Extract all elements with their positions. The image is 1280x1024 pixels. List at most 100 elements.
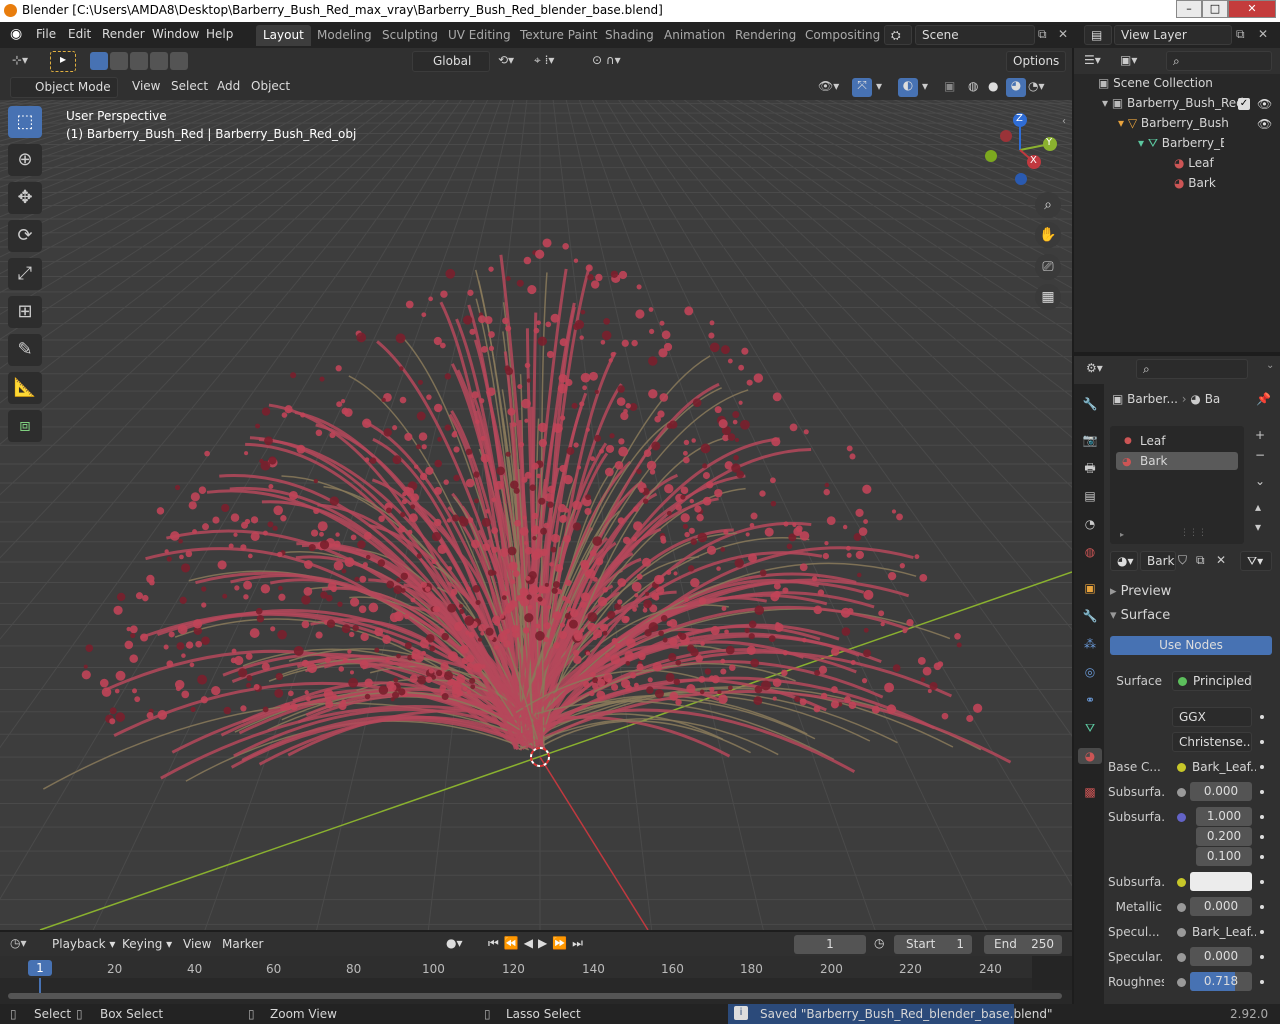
maximize-button[interactable]: □ — [1202, 0, 1228, 18]
specular-field[interactable]: 0.000 — [1190, 947, 1252, 966]
object-tab-icon[interactable]: ▣ — [1082, 580, 1098, 596]
menu-marker[interactable]: Marker — [222, 937, 263, 951]
menu-window[interactable]: Window — [152, 27, 199, 41]
list-expand-icon[interactable]: ▸ — [1120, 530, 1124, 539]
snap-icon[interactable]: ⌖ ⁞▾ — [534, 53, 554, 68]
surface-panel-header[interactable]: ▾ Surface — [1110, 608, 1276, 628]
menu-object[interactable]: Object — [251, 79, 290, 93]
visibility-icon[interactable]: 👁▾ — [818, 79, 839, 93]
timeline-editor-icon[interactable]: ◷▾ — [10, 936, 27, 950]
use-nodes-button[interactable]: Use Nodes — [1110, 636, 1272, 655]
select-subtract-icon[interactable] — [130, 52, 148, 70]
subsurface-radius-g[interactable]: 0.200 — [1196, 827, 1252, 846]
roughness-anim-dot[interactable] — [1260, 980, 1264, 984]
specular-texture[interactable]: Bark_Leaf... — [1192, 925, 1256, 939]
unlink-material-icon[interactable]: ✕ — [1216, 553, 1226, 567]
current-frame-field[interactable]: 1 — [794, 935, 866, 954]
gizmo-dropdown-icon[interactable]: ▾ — [876, 79, 882, 93]
navigation-gizmo[interactable]: Z Y X — [980, 110, 1060, 190]
subsurface-color-anim-dot[interactable] — [1260, 880, 1264, 884]
perspective-toggle-icon[interactable]: ▦ — [1035, 284, 1061, 310]
menu-help[interactable]: Help — [206, 27, 233, 41]
list-resize-handle[interactable]: ⋮⋮⋮ — [1180, 528, 1207, 538]
fake-user-icon[interactable]: ⛉ — [1178, 553, 1187, 568]
transform-tool-icon[interactable]: ⊞ — [8, 296, 42, 328]
outliner-material-bark[interactable]: ◕ Bark — [1074, 176, 1280, 196]
scene-browse-button[interactable]: ⛭ — [884, 25, 912, 45]
overlay-dropdown-icon[interactable]: ▾ — [922, 79, 928, 93]
auto-key-icon[interactable]: ●▾ — [446, 936, 463, 950]
material-shading-icon[interactable]: ◕ — [1006, 78, 1026, 97]
props-options-icon[interactable]: ⌄ — [1266, 360, 1274, 371]
particles-tab-icon[interactable]: ⁂ — [1082, 636, 1098, 652]
view-layer-tab-icon[interactable]: ▤ — [1082, 488, 1098, 504]
transform-orientation-dropdown[interactable]: Global — [412, 51, 490, 72]
subsurface-method-anim-dot[interactable] — [1260, 740, 1264, 744]
move-slot-up-icon[interactable]: ▴ — [1255, 500, 1261, 514]
add-cube-tool-icon[interactable]: ⧈ — [8, 410, 42, 442]
distribution-anim-dot[interactable] — [1260, 715, 1264, 719]
menu-render[interactable]: Render — [102, 27, 145, 41]
tab-layout[interactable]: Layout — [256, 25, 311, 46]
sidebar-toggle-icon[interactable]: ‹ — [1062, 116, 1066, 127]
base-color-anim-dot[interactable] — [1260, 765, 1264, 769]
radius-g-anim-dot[interactable] — [1260, 835, 1264, 839]
distribution-dropdown[interactable]: GGX — [1172, 707, 1252, 727]
modifier-tab-icon[interactable]: 🔧 — [1082, 608, 1098, 624]
outliner-editor-icon[interactable]: ☰▾ — [1084, 53, 1101, 67]
radius-r-anim-dot[interactable] — [1260, 815, 1264, 819]
new-view-layer-icon[interactable]: ⧉ — [1236, 27, 1245, 42]
display-mode-icon[interactable]: ▣▾ — [1120, 53, 1137, 67]
preview-panel-header[interactable]: ▸ Preview — [1110, 584, 1276, 604]
tab-rendering[interactable]: Rendering — [728, 25, 803, 46]
tab-compositing[interactable]: Compositing — [798, 25, 887, 46]
output-tab-icon[interactable]: 🖶 — [1082, 460, 1098, 476]
outliner-mesh-row[interactable]: ▾ ⛛ Barberry_E — [1074, 136, 1224, 156]
specular-tex-label[interactable]: Specul... — [1108, 925, 1168, 939]
material-name-field[interactable]: Bark — [1140, 551, 1176, 571]
end-frame-field[interactable]: End 250 — [984, 935, 1062, 954]
playback-controls[interactable]: ⏮⏪◀▶⏩⏭ — [488, 936, 588, 951]
texture-tab-icon[interactable]: ▩ — [1082, 784, 1098, 800]
barberry-bush-mesh[interactable] — [42, 238, 1012, 790]
measure-tool-icon[interactable]: 📐 — [8, 372, 42, 404]
material-tab-icon[interactable]: ◕ — [1078, 748, 1102, 764]
overlay-toggle-icon[interactable]: ◐ — [898, 78, 918, 97]
object-eye-icon[interactable]: 👁 — [1257, 117, 1272, 131]
select-intersect-icon[interactable] — [170, 52, 188, 70]
constraints-tab-icon[interactable]: ⚭ — [1082, 692, 1098, 708]
cursor-tool-icon[interactable]: ⊕ — [8, 144, 42, 176]
tab-sculpting[interactable]: Sculpting — [375, 25, 445, 46]
proportional-edit-icon[interactable]: ⊙ ∩▾ — [592, 53, 621, 67]
render-tab-icon[interactable]: 📷 — [1082, 432, 1098, 448]
view-layer-name-field[interactable]: View Layer — [1114, 25, 1232, 45]
tab-shading[interactable]: Shading — [598, 25, 661, 46]
timeline-scrollbar[interactable] — [8, 993, 1062, 999]
base-color-label[interactable]: Base C... — [1108, 760, 1168, 774]
metallic-anim-dot[interactable] — [1260, 905, 1264, 909]
specular-anim-dot[interactable] — [1260, 955, 1264, 959]
menu-keying[interactable]: Keying ▾ — [122, 937, 172, 951]
subsurface-field[interactable]: 0.000 — [1190, 782, 1252, 801]
rotate-tool-icon[interactable]: ⟳ — [8, 220, 42, 252]
delete-view-layer-icon[interactable]: ✕ — [1258, 27, 1268, 41]
pin-icon[interactable]: 📌 — [1256, 392, 1271, 406]
subsurface-anim-dot[interactable] — [1260, 790, 1264, 794]
add-slot-icon[interactable]: + — [1255, 428, 1265, 442]
browse-material-icon[interactable]: ◕▾ — [1110, 551, 1138, 571]
menu-edit[interactable]: Edit — [68, 27, 91, 41]
subsurface-method-dropdown[interactable]: Christense... — [1172, 732, 1252, 752]
world-tab-icon[interactable]: ◍ — [1082, 544, 1098, 560]
menu-view[interactable]: View — [132, 79, 160, 93]
base-color-texture[interactable]: Bark_Leaf... — [1192, 760, 1256, 774]
outliner-object-row[interactable]: ▾ ▽ Barberry_Bush — [1074, 116, 1254, 136]
preview-range-icon[interactable]: ◷ — [874, 936, 884, 950]
menu-add[interactable]: Add — [217, 79, 240, 93]
select-box-tool-icon[interactable]: ⬚ — [8, 106, 42, 138]
tool-tab-icon[interactable]: 🔧 — [1082, 396, 1098, 412]
zoom-icon[interactable]: ⌕ — [1035, 192, 1061, 218]
remove-slot-icon[interactable]: − — [1255, 448, 1265, 462]
close-button[interactable]: ✕ — [1228, 0, 1276, 18]
tab-animation[interactable]: Animation — [657, 25, 732, 46]
solid-shading-icon[interactable]: ● — [988, 79, 998, 93]
